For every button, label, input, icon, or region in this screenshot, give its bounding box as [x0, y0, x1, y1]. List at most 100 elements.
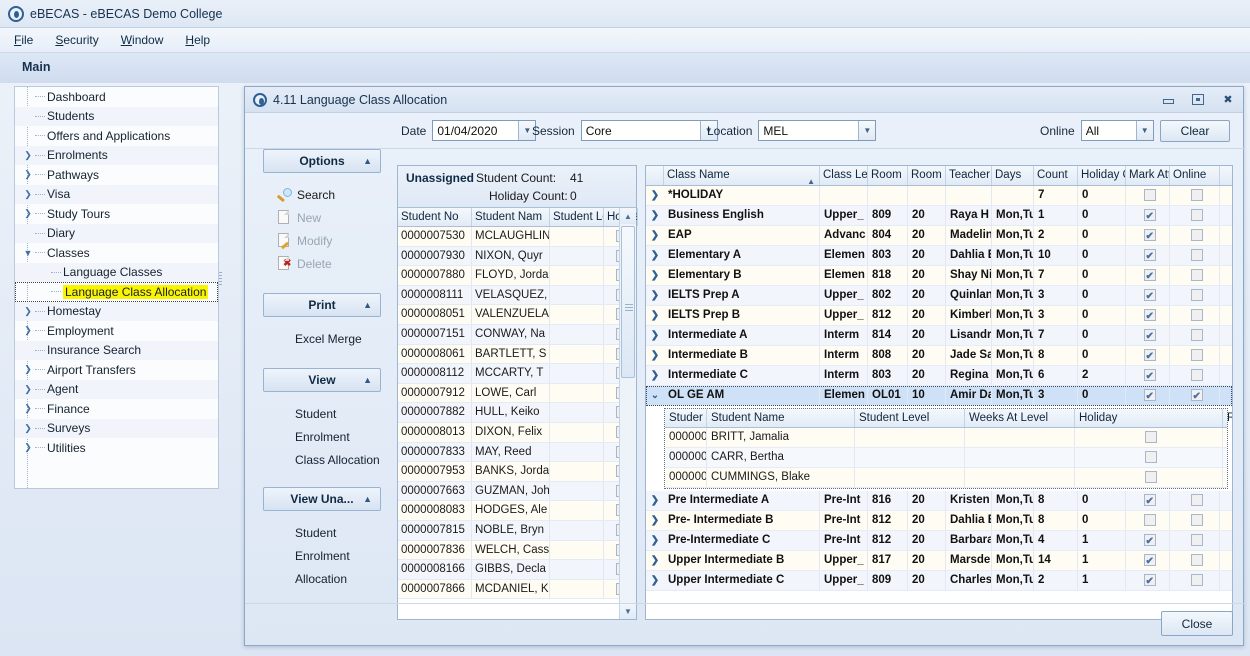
class-cell-online[interactable] — [1170, 571, 1220, 590]
subgrid-cell-holiday[interactable] — [1075, 428, 1223, 447]
class-cell-online[interactable] — [1170, 551, 1220, 570]
class-cell-mark_att[interactable] — [1126, 286, 1170, 305]
chevron-right-icon[interactable]: ❯ — [646, 286, 664, 305]
scroll-up-icon[interactable]: ▲ — [620, 208, 636, 224]
online-checkbox[interactable] — [1191, 269, 1203, 281]
subgrid-col-student-name[interactable]: Student Name — [707, 409, 855, 427]
table-row[interactable]: 0000007530MCLAUGHLIN — [398, 227, 636, 247]
sidebar-item-insurance-search[interactable]: Insurance Search — [15, 341, 218, 361]
class-cell-online[interactable] — [1170, 266, 1220, 285]
class-cell-mark_att[interactable] — [1126, 226, 1170, 245]
mark-attendance-checkbox[interactable] — [1144, 369, 1156, 381]
sidebar-item-employment[interactable]: ❯Employment — [15, 321, 218, 341]
online-checkbox[interactable] — [1191, 389, 1203, 401]
class-cell-mark_att[interactable] — [1126, 206, 1170, 225]
online-checkbox[interactable] — [1191, 554, 1203, 566]
chevron-right-icon[interactable]: ❯ — [646, 366, 664, 385]
table-row[interactable]: 0000007833MAY, Reed — [398, 443, 636, 463]
mark-attendance-checkbox[interactable] — [1144, 574, 1156, 586]
subgrid-row[interactable]: 000000CUMMINGS, Blake — [665, 468, 1227, 488]
online-checkbox[interactable] — [1191, 309, 1203, 321]
class-grid-column-headers[interactable]: Class Name▲Class LevRoomRoom CaTeacherDa… — [646, 166, 1232, 186]
class-cell-online[interactable] — [1170, 366, 1220, 385]
scrollbar-thumb[interactable] — [621, 226, 635, 378]
table-row[interactable]: ❯Pre Intermediate APre-Int81620KristenMo… — [646, 491, 1232, 511]
chevron-down-icon[interactable]: ⌄ — [646, 386, 664, 405]
table-row[interactable]: ❯Intermediate CInterm80320ReginaMon,Tu62 — [646, 366, 1232, 386]
mark-attendance-checkbox[interactable] — [1144, 329, 1156, 341]
chevron-right-icon[interactable]: ❯ — [646, 206, 664, 225]
view-student[interactable]: Student — [263, 402, 393, 425]
class-col-teacher[interactable]: Teacher — [946, 166, 992, 185]
view-unassigned-items-list[interactable]: StudentEnrolmentAllocation — [263, 521, 393, 590]
mark-attendance-checkbox[interactable] — [1144, 209, 1156, 221]
table-row[interactable]: 0000008013DIXON, Felix — [398, 423, 636, 443]
online-checkbox[interactable] — [1191, 349, 1203, 361]
table-row[interactable]: 0000007930NIXON, Quyr — [398, 247, 636, 267]
location-select[interactable]: MEL ▼ — [758, 120, 876, 141]
table-row[interactable]: ⌄OL GE AMElemenOL0110Amir DaMon,Tu30 — [646, 386, 1232, 406]
sidebar-item-classes[interactable]: ▼Classes — [15, 243, 218, 263]
clear-button[interactable]: Clear — [1160, 120, 1230, 142]
chevron-right-icon[interactable]: ❯ — [646, 306, 664, 325]
view-enrolment[interactable]: Enrolment — [263, 425, 393, 448]
table-row[interactable]: 0000007663GUZMAN, Joh — [398, 482, 636, 502]
chevron-down-icon[interactable]: ▼ — [858, 121, 875, 140]
sidebar-item-visa[interactable]: ❯Visa — [15, 185, 218, 205]
table-row[interactable]: 0000008166GIBBS, Decla — [398, 560, 636, 580]
sidebar-item-offers-and-applications[interactable]: Offers and Applications — [15, 126, 218, 146]
online-checkbox[interactable] — [1191, 289, 1203, 301]
table-row[interactable]: ❯Upper Intermediate CUpper_80920CharlesM… — [646, 571, 1232, 591]
unassigned-col-student-no[interactable]: Student No — [398, 208, 472, 226]
sidebar-item-utilities[interactable]: ❯Utilities — [15, 438, 218, 458]
subgrid-cell-holiday[interactable] — [1075, 468, 1223, 487]
class-col-room[interactable]: Room — [868, 166, 908, 185]
mark-attendance-checkbox[interactable] — [1144, 389, 1156, 401]
view-unassigned-student[interactable]: Student — [263, 521, 393, 544]
online-checkbox[interactable] — [1191, 209, 1203, 221]
view-unassigned-allocation[interactable]: Allocation — [263, 567, 393, 590]
class-cell-mark_att[interactable] — [1126, 571, 1170, 590]
table-row[interactable]: 0000008083HODGES, Ale — [398, 501, 636, 521]
table-row[interactable]: 0000008061BARTLETT, S — [398, 345, 636, 365]
table-row[interactable]: ❯Business EnglishUpper_80920Raya HMon,Tu… — [646, 206, 1232, 226]
mark-attendance-checkbox[interactable] — [1144, 554, 1156, 566]
table-row[interactable]: 0000007953BANKS, Jorda — [398, 462, 636, 482]
chevron-down-icon[interactable]: ▼ — [1136, 121, 1153, 140]
class-col-count[interactable]: Count — [1034, 166, 1078, 185]
class-cell-mark_att[interactable] — [1126, 531, 1170, 550]
class-cell-online[interactable] — [1170, 306, 1220, 325]
table-row[interactable]: ❯EAPAdvanc80420MadelinMon,Tu20 — [646, 226, 1232, 246]
table-row[interactable]: 0000007880FLOYD, Jorda — [398, 266, 636, 286]
options-items-list[interactable]: SearchNewModify✖Delete — [263, 183, 393, 275]
table-row[interactable]: ❯IELTS Prep BUpper_81220KimberlMon,Tu30 — [646, 306, 1232, 326]
view-group-header[interactable]: View ▲ — [263, 368, 381, 392]
table-row[interactable]: ❯Elementary AElemen80320Dahlia EMon,Tu10… — [646, 246, 1232, 266]
chevron-right-icon[interactable]: ❯ — [21, 384, 35, 395]
class-cell-mark_att[interactable] — [1126, 386, 1170, 405]
table-row[interactable]: 0000008111VELASQUEZ, — [398, 286, 636, 306]
class-cell-online[interactable] — [1170, 491, 1220, 510]
class-cell-online[interactable] — [1170, 226, 1220, 245]
mark-attendance-checkbox[interactable] — [1144, 229, 1156, 241]
table-row[interactable]: ❯Intermediate BInterm80820Jade SaMon,Tu8… — [646, 346, 1232, 366]
unassigned-col-student-le[interactable]: Student Le — [550, 208, 604, 226]
view-items-list[interactable]: StudentEnrolmentClass Allocation — [263, 402, 393, 471]
subgrid-col-studer[interactable]: Studer — [665, 409, 707, 427]
subgrid-col-holiday[interactable]: Holiday — [1075, 409, 1223, 427]
table-row[interactable]: ❯Elementary BElemen81820Shay NiMon,Tu70 — [646, 266, 1232, 286]
class-cell-mark_att[interactable] — [1126, 326, 1170, 345]
class-cell-online[interactable] — [1170, 511, 1220, 530]
view-unassigned-enrolment[interactable]: Enrolment — [263, 544, 393, 567]
session-select[interactable]: Core ▼ — [581, 120, 718, 141]
sidebar-item-surveys[interactable]: ❯Surveys — [15, 419, 218, 439]
view-unassigned-group-header[interactable]: View Una... ▲ — [263, 487, 381, 511]
sidebar-item-dashboard[interactable]: Dashboard — [15, 87, 218, 107]
unassigned-col-student-nam[interactable]: Student Nam — [472, 208, 550, 226]
table-row[interactable]: ❯IELTS Prep AUpper_80220QuinlanMon,Tu30 — [646, 286, 1232, 306]
subgrid-row[interactable]: 000000BRITT, Jamalia — [665, 428, 1227, 448]
table-row[interactable]: 0000007866MCDANIEL, K — [398, 580, 636, 600]
table-row[interactable]: 0000007912LOWE, Carl — [398, 384, 636, 404]
sidebar-item-language-classes[interactable]: Language Classes — [15, 263, 218, 283]
chevron-right-icon[interactable]: ❯ — [646, 246, 664, 265]
